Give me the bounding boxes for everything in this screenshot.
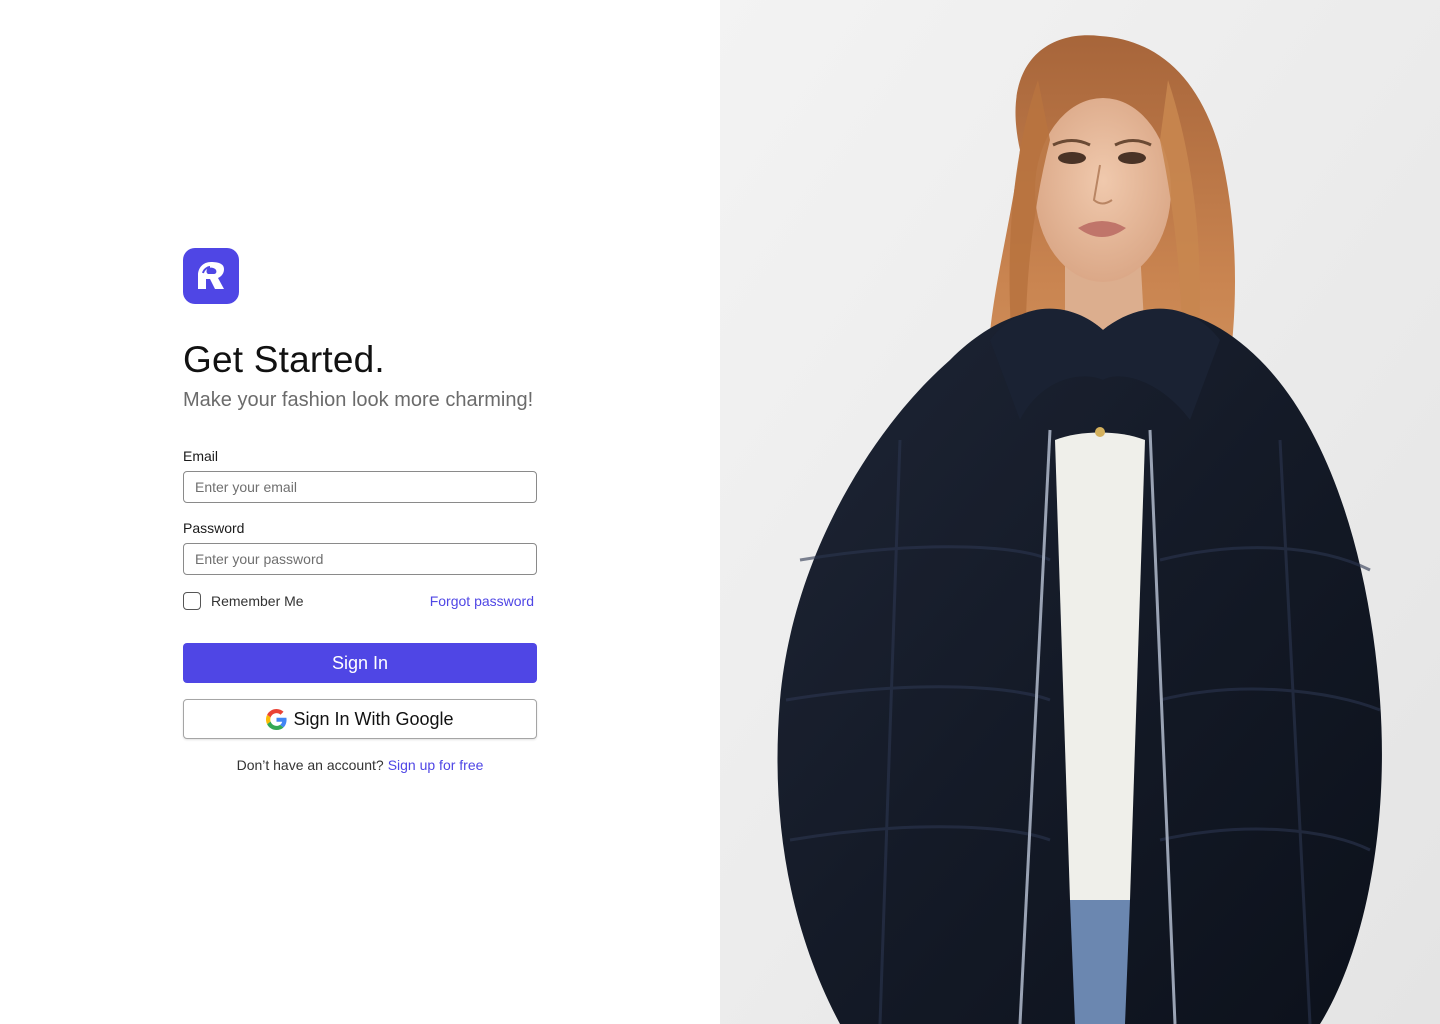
email-label: Email	[183, 448, 219, 464]
signup-prompt: Don’t have an account? Sign up for free	[183, 757, 537, 773]
hero-image-panel	[720, 0, 1440, 1024]
login-page: Get Started. Make your fashion look more…	[0, 0, 1440, 1024]
email-field[interactable]	[183, 471, 537, 503]
page-title: Get Started.	[183, 339, 385, 380]
brand-logo-icon	[183, 248, 239, 304]
remember-me-label: Remember Me	[211, 593, 304, 609]
password-label: Password	[183, 520, 245, 536]
signup-link[interactable]: Sign up for free	[388, 757, 484, 773]
page-subtitle: Make your fashion look more charming!	[183, 389, 534, 411]
options-row: Remember Me Forgot password	[183, 591, 537, 611]
google-sign-in-label: Sign In With Google	[293, 708, 454, 729]
form-panel: Get Started. Make your fashion look more…	[0, 0, 720, 1024]
password-field[interactable]	[183, 543, 537, 575]
forgot-password-link[interactable]: Forgot password	[430, 593, 534, 609]
signup-prompt-text: Don’t have an account?	[236, 757, 384, 773]
sign-in-form: Get Started. Make your fashion look more…	[183, 248, 537, 773]
remember-me[interactable]: Remember Me	[183, 592, 304, 610]
google-sign-in-button[interactable]: Sign In With Google	[183, 699, 537, 739]
remember-me-checkbox[interactable]	[183, 592, 201, 610]
sign-in-button[interactable]: Sign In	[183, 643, 537, 683]
fashion-model-photo	[720, 0, 1440, 1024]
google-icon	[266, 708, 288, 730]
